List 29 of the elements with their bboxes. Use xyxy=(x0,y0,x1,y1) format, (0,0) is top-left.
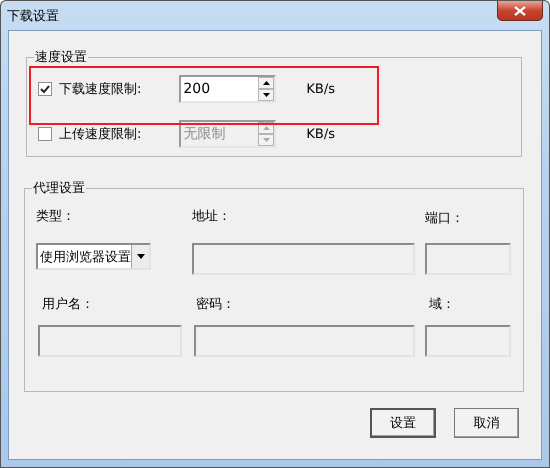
text-field[interactable] xyxy=(192,243,415,275)
field-label: 域： xyxy=(428,296,456,313)
speed-input[interactable]: 200 xyxy=(181,77,258,101)
unit-label: KB/s xyxy=(306,82,335,96)
field-label: 用户名： xyxy=(41,296,95,313)
field-label: 密码： xyxy=(195,296,236,313)
close-button[interactable] xyxy=(497,1,543,21)
field-label: 类型： xyxy=(36,208,76,225)
spin-box[interactable]: 200 xyxy=(179,75,276,103)
field-label: 端口： xyxy=(425,210,465,227)
close-icon[interactable] xyxy=(514,6,526,16)
unit-label: KB/s xyxy=(306,126,335,142)
group-title: 速度设置 xyxy=(34,49,88,66)
field-label: 地址： xyxy=(192,208,232,225)
checkbox-label: 下载速度限制: xyxy=(59,81,142,98)
text-field[interactable] xyxy=(425,243,511,275)
text-field[interactable] xyxy=(38,325,182,357)
text-field[interactable] xyxy=(194,325,415,357)
checkbox[interactable] xyxy=(38,82,52,96)
dialog-button[interactable]: 设置 xyxy=(370,408,436,438)
group-title: 代理设置 xyxy=(32,180,86,197)
checkbox-label: 上传速度限制: xyxy=(59,126,142,143)
type-dropdown[interactable]: 使用浏览器设置 xyxy=(36,243,151,270)
text-field[interactable] xyxy=(425,325,511,357)
dropdown-value: 使用浏览器设置 xyxy=(40,248,131,266)
spin-up-icon[interactable] xyxy=(258,77,274,89)
spin-down-icon[interactable] xyxy=(258,89,274,101)
window-title: 下载设置 xyxy=(7,8,59,25)
dialog-button[interactable]: 取消 xyxy=(454,408,519,438)
